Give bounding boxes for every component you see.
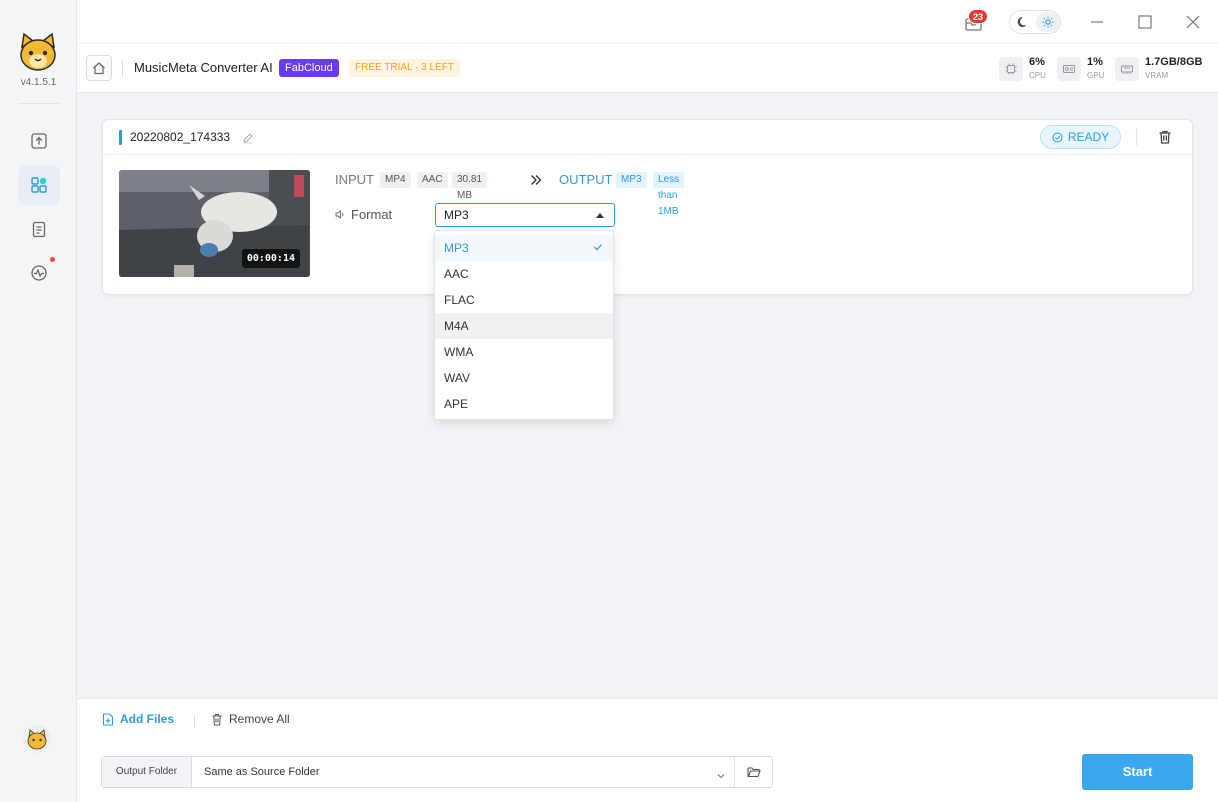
gpu-card-icon — [1063, 65, 1075, 73]
vram-stat-icon — [1115, 57, 1139, 81]
delete-task-button[interactable] — [1157, 129, 1173, 150]
remove-all-label: Remove All — [229, 712, 290, 726]
window-titlebar: 23 — [77, 0, 1218, 44]
format-option-flac[interactable]: FLAC — [435, 287, 613, 313]
gpu-label: GPU — [1087, 71, 1105, 80]
grid-apps-icon — [31, 177, 47, 193]
close-window-button[interactable] — [1183, 12, 1203, 32]
trial-badge[interactable]: FREE TRIAL · 3 LEFT — [349, 59, 460, 77]
check-icon — [593, 235, 603, 261]
pencil-icon — [243, 133, 253, 144]
output-folder-field: Output Folder Same as Source Folder — [101, 756, 773, 788]
notification-count-badge: 23 — [968, 9, 988, 24]
format-option-mp3[interactable]: MP3 — [435, 235, 613, 261]
home-icon — [93, 62, 105, 75]
output-size-chip: Less than 1MB — [653, 172, 685, 217]
light-mode-option[interactable] — [1036, 12, 1060, 32]
format-option-wma[interactable]: WMA — [435, 339, 613, 365]
browse-folder-button[interactable] — [734, 757, 773, 787]
cpu-chip-icon — [1005, 63, 1017, 75]
monitor-notification-dot — [50, 257, 55, 262]
cloud-badge[interactable]: FabCloud — [279, 59, 339, 77]
speaker-icon — [335, 210, 344, 219]
dark-mode-option[interactable] — [1011, 12, 1035, 32]
sidebar-divider — [18, 103, 59, 104]
cpu-value: 6% — [1029, 56, 1045, 68]
format-option-wav[interactable]: WAV — [435, 365, 613, 391]
add-file-icon — [102, 712, 114, 726]
folder-open-icon — [747, 767, 761, 778]
format-select[interactable]: MP3 — [435, 203, 615, 227]
add-files-label: Add Files — [120, 712, 175, 726]
close-icon — [1186, 15, 1200, 29]
vram-value: 1.7GB/8GB — [1145, 56, 1203, 68]
sidebar-item-upload[interactable] — [18, 121, 60, 161]
sidebar-item-clipboard[interactable] — [18, 209, 60, 249]
trash-icon — [212, 713, 222, 725]
cpu-stat-icon — [999, 57, 1023, 81]
pulse-icon — [31, 265, 47, 281]
status-badge: READY — [1040, 125, 1121, 149]
status-text: READY — [1067, 130, 1110, 144]
app-version: v4.1.5.1 — [20, 77, 57, 88]
check-circle-icon — [1052, 132, 1063, 142]
minimize-icon — [1091, 21, 1103, 23]
cat-avatar-icon — [27, 729, 47, 750]
input-format-chip: MP4 — [380, 172, 411, 188]
format-label-row: Format — [335, 207, 392, 222]
maximize-button[interactable] — [1135, 12, 1155, 32]
bottom-bar: Add Files Remove All Output Folder Same … — [77, 698, 1218, 802]
add-files-button[interactable]: Add Files — [102, 712, 174, 726]
video-duration: 00:00:14 — [241, 249, 300, 268]
format-select-value: MP3 — [444, 208, 469, 222]
output-format-chip: MP3 — [616, 172, 647, 188]
chevron-down-icon[interactable] — [716, 768, 726, 786]
clipboard-icon — [32, 221, 46, 238]
theme-toggle[interactable] — [1009, 10, 1061, 34]
moon-icon — [1017, 16, 1026, 27]
header-divider — [1136, 128, 1137, 146]
app-header: MusicMeta Converter AI FabCloud FREE TRI… — [77, 44, 1218, 93]
format-label: Format — [351, 207, 393, 222]
header-divider — [122, 60, 123, 77]
trash-icon — [1159, 130, 1171, 144]
app-title: MusicMeta Converter AI — [134, 60, 273, 75]
cpu-label: CPU — [1029, 71, 1046, 80]
sun-icon — [1042, 16, 1054, 28]
start-button[interactable]: Start — [1082, 754, 1193, 790]
cat-logo-icon — [17, 31, 59, 73]
video-thumbnail[interactable]: 00:00:14 — [119, 170, 310, 277]
bottom-divider — [194, 715, 195, 727]
memory-icon — [1121, 65, 1133, 74]
sidebar-item-tasks[interactable] — [18, 165, 60, 205]
double-chevron-right-icon — [529, 173, 543, 192]
format-option-m4a[interactable]: M4A — [435, 313, 613, 339]
caret-up-icon — [596, 213, 604, 218]
minimize-button[interactable] — [1087, 12, 1107, 32]
input-audio-chip: AAC — [417, 172, 448, 188]
upload-icon — [31, 133, 47, 149]
input-size-chip: 30.81 MB — [452, 172, 488, 201]
task-accent-bar — [119, 130, 122, 145]
format-dropdown-menu: MP3 AAC FLAC M4A WMA WAV APE — [434, 230, 614, 420]
output-folder-label: Output Folder — [102, 757, 192, 787]
output-folder-select[interactable]: Same as Source Folder — [204, 757, 320, 787]
format-option-ape[interactable]: APE — [435, 391, 613, 417]
task-file-name: 20220802_174333 — [130, 130, 231, 144]
user-avatar[interactable] — [23, 725, 51, 753]
task-card: 20220802_174333 READY 00:00:14 INPUT MP4… — [102, 119, 1193, 295]
left-sidebar: v4.1.5.1 — [0, 0, 77, 802]
format-option-aac[interactable]: AAC — [435, 261, 613, 287]
output-label: OUTPUT — [559, 172, 613, 187]
task-card-header: 20220802_174333 READY — [103, 120, 1192, 155]
remove-all-button[interactable]: Remove All — [211, 712, 290, 726]
gpu-stat-icon — [1057, 57, 1081, 81]
gpu-value: 1% — [1087, 56, 1103, 68]
maximize-icon — [1138, 15, 1152, 29]
rename-button[interactable] — [242, 131, 254, 149]
vram-label: VRAM — [1145, 71, 1169, 80]
home-button[interactable] — [86, 55, 112, 81]
task-list-area: 20220802_174333 READY 00:00:14 INPUT MP4… — [77, 93, 1218, 698]
input-label: INPUT — [335, 172, 374, 187]
